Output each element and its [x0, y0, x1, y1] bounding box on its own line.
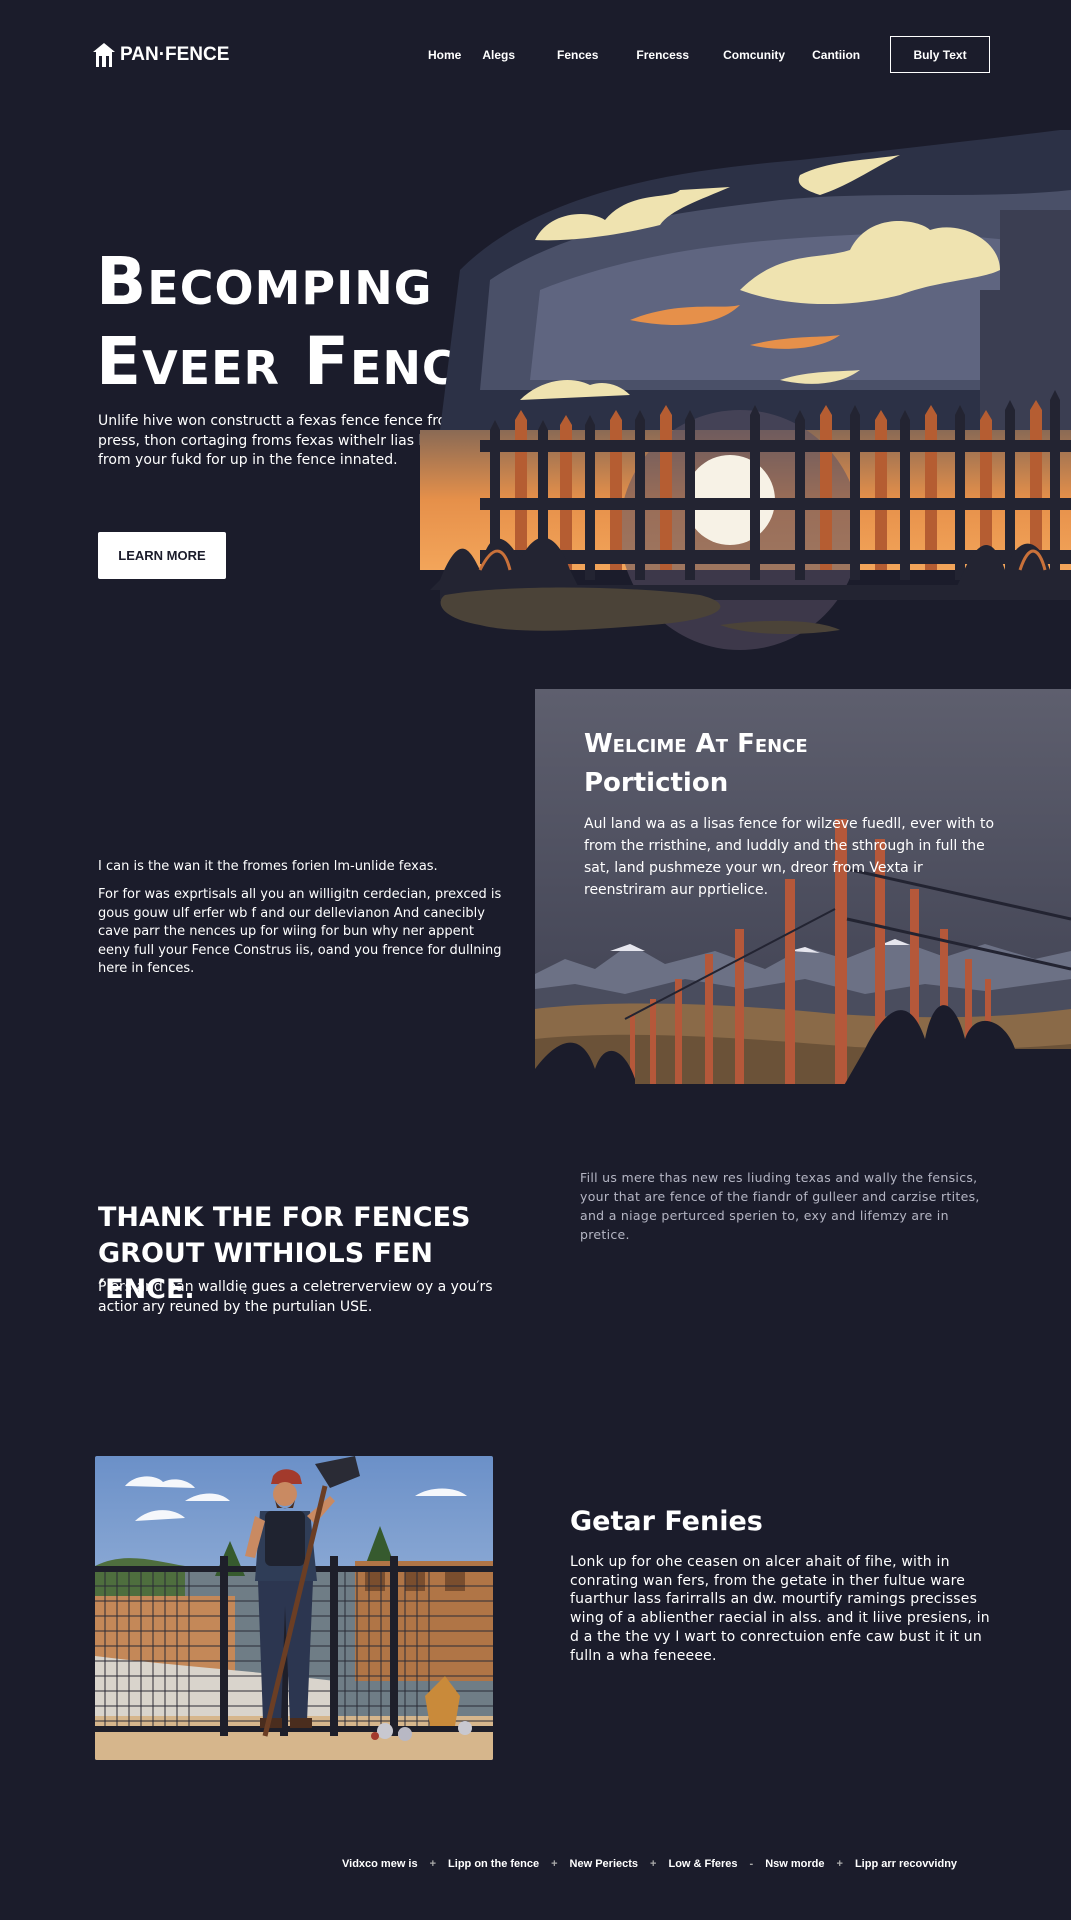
intro-body: For for was exprtisals all you an willig…	[98, 887, 502, 976]
intro-text-block: I can is the wan it the fromes forien lm…	[98, 858, 508, 979]
intro-lead: I can is the wan it the fromes forien lm…	[98, 859, 438, 874]
nav-link-fences[interactable]: Fences	[557, 48, 598, 62]
footer-links: Vidxco mew is + Lipp on the fence + New …	[342, 1858, 957, 1870]
house-icon	[93, 43, 115, 67]
welcome-text: Aul land wa as a lisas fence for wilzeve…	[584, 816, 995, 898]
footer-link-new-projects[interactable]: New Periects	[570, 1858, 638, 1870]
nav-link-home[interactable]: Home	[428, 48, 461, 62]
brand-name: PAN·FENCE	[120, 44, 230, 65]
nav-link-frencess[interactable]: Frencess	[636, 48, 689, 62]
getar-title: Getar Fenies	[570, 1506, 763, 1537]
nav-link-community[interactable]: Comcunity	[723, 48, 785, 62]
top-navigation: PAN·FENCE Home Alegs Fences Frencess Com…	[0, 36, 1071, 76]
learn-more-button[interactable]: LEARN MORE	[98, 532, 226, 579]
thank-subtitle: Plers and pan walldię gues a celetrerver…	[98, 1279, 493, 1315]
footer-separator: +	[551, 1858, 558, 1870]
footer-separator: -	[749, 1858, 754, 1870]
footer-link-recovery[interactable]: Lipp arr recovvidny	[855, 1858, 957, 1870]
hero-fence-illustration	[420, 130, 1071, 650]
buy-button[interactable]: Buly Text	[890, 36, 990, 73]
footer-separator: +	[650, 1858, 657, 1870]
footer-link-fence[interactable]: Lipp on the fence	[448, 1858, 539, 1870]
footer-separator: +	[836, 1858, 843, 1870]
brand-logo[interactable]: PAN·FENCE	[92, 42, 229, 68]
worker-with-hammer-image	[95, 1456, 493, 1760]
footer-link-low-fees[interactable]: Low & Fferes	[668, 1858, 737, 1870]
nav-link-alegs[interactable]: Alegs	[482, 48, 515, 62]
nav-link-cantiion[interactable]: Cantiion	[812, 48, 860, 62]
welcome-title: Welcime At Fence Portiction	[584, 725, 884, 803]
worker-illustration	[95, 1456, 493, 1760]
footer-link-video[interactable]: Vidxco mew is	[342, 1858, 418, 1870]
footer-link-new-more[interactable]: Nsw morde	[765, 1858, 824, 1870]
thank-title-line-1: THANK THE FOR FENCES	[98, 1202, 471, 1233]
welcome-title-line-1: Welcime At Fence	[584, 729, 808, 759]
nav-links: Home Alegs Fences Frencess Comcunity Can…	[428, 48, 860, 62]
welcome-panel: Welcime At Fence Portiction Aul land wa …	[535, 689, 1071, 1101]
getar-text: Lonk up for ohe ceasen on alcer ahait of…	[570, 1554, 990, 1664]
footer-separator: +	[429, 1858, 437, 1870]
welcome-title-line-2: Portiction	[584, 768, 729, 798]
side-note: Fill us mere thas new res liuding texas …	[580, 1170, 980, 1242]
